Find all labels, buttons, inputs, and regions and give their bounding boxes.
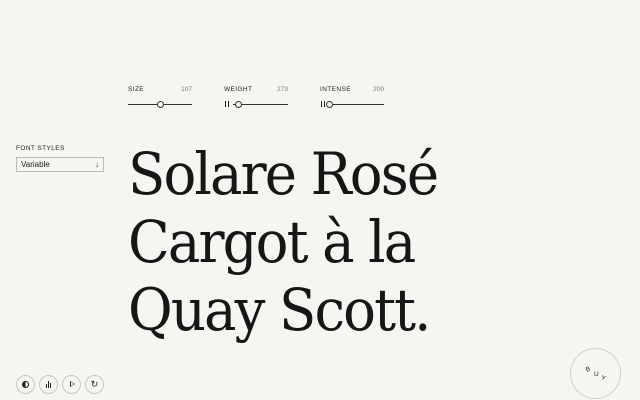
intense-slider-thumb[interactable]	[325, 100, 333, 108]
buy-letter: B	[584, 365, 592, 374]
weight-slider-value: 273	[277, 86, 288, 93]
weight-slider-header: WEIGHT 273	[224, 86, 288, 96]
specimen-line: Quay Scott.	[128, 276, 432, 344]
size-slider[interactable]	[128, 98, 192, 110]
intense-slider[interactable]	[320, 98, 384, 110]
size-slider-group: SIZE 107	[128, 86, 192, 110]
contrast-toggle-button[interactable]	[16, 375, 35, 394]
buy-letter: U	[594, 371, 600, 378]
specimen-line: Solare Rosé	[128, 140, 439, 208]
font-styles-label: FONT STYLES	[16, 145, 65, 152]
bars-icon	[46, 381, 51, 388]
type-specimen[interactable]: Solare Rosé Cargot à la Quay Scott.	[128, 140, 439, 344]
font-style-select[interactable]: Variable ↓	[16, 157, 104, 172]
weight-slider-track[interactable]	[233, 100, 288, 108]
size-slider-header: SIZE 107	[128, 86, 192, 96]
reset-button[interactable]: ↻	[85, 375, 104, 394]
intense-slider-value: 200	[373, 86, 384, 93]
intense-slider-group: INTENSE 200	[320, 86, 384, 110]
play-button[interactable]	[62, 375, 81, 394]
weight-slider-thumb[interactable]	[235, 100, 242, 108]
intense-slider-track[interactable]	[325, 100, 384, 108]
pause-icon[interactable]	[224, 101, 230, 107]
size-slider-track[interactable]	[128, 100, 192, 108]
axes-button[interactable]	[39, 375, 58, 394]
weight-slider-group: WEIGHT 273	[224, 86, 288, 110]
play-icon	[69, 381, 75, 388]
specimen-line: Cargot à la	[128, 208, 416, 276]
playback-controls: ↻	[16, 375, 104, 394]
arrow-down-icon: ↓	[95, 159, 99, 169]
size-slider-label: SIZE	[128, 86, 145, 93]
size-slider-thumb[interactable]	[156, 100, 164, 108]
buy-letter: Y	[599, 374, 607, 383]
weight-slider-label: WEIGHT	[224, 86, 253, 93]
font-styles-panel: FONT STYLES Variable ↓	[16, 145, 104, 172]
weight-slider[interactable]	[224, 98, 288, 110]
size-slider-value: 107	[181, 86, 192, 93]
font-style-selected: Variable	[21, 160, 50, 169]
contrast-icon	[22, 381, 29, 388]
reset-icon: ↻	[90, 379, 99, 389]
intense-slider-label: INTENSE	[320, 86, 351, 93]
buy-button[interactable]: B U Y	[570, 348, 621, 399]
intense-slider-header: INTENSE 200	[320, 86, 384, 96]
